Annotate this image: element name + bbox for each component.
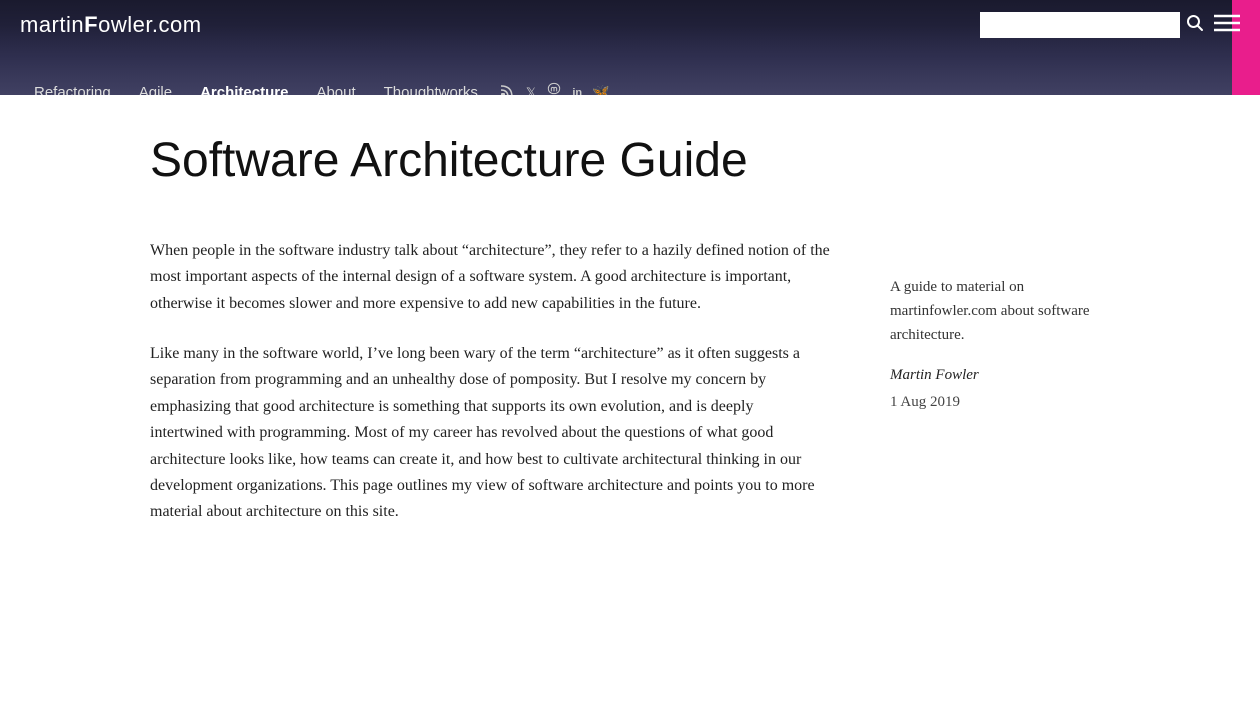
logo-text: martin [20,12,84,37]
page-title: Software Architecture Guide [150,135,830,188]
site-header: martinFowler.com [0,0,1260,95]
mastodon-icon [546,82,562,95]
rss-link[interactable] [500,82,516,95]
header-content: martinFowler.com [0,0,1260,38]
logo-rest: owler.com [98,12,202,37]
hamburger-button[interactable] [1214,13,1240,37]
rss-icon [500,82,516,95]
nav-about[interactable]: About [302,76,369,95]
article-paragraph-2: Like many in the software world, I’ve lo… [150,341,830,526]
logo-bold: F [84,12,98,37]
nav-agile[interactable]: Agile [125,76,186,95]
sidebar-author: Martin Fowler [890,367,1110,384]
article: Software Architecture Guide When people … [150,135,830,550]
hamburger-icon [1214,13,1240,33]
nav-thoughtworks[interactable]: Thoughtworks [370,76,492,95]
sidebar-summary: A guide to material on martinfowler.com … [890,275,1110,347]
linkedin-link[interactable]: in [572,87,582,96]
article-paragraph-1: When people in the software industry tal… [150,238,830,317]
mastodon-link[interactable] [546,82,562,95]
header-right [980,12,1240,38]
search-button[interactable] [1186,14,1204,37]
search-icon [1186,14,1204,32]
search-input[interactable] [980,12,1180,38]
site-logo[interactable]: martinFowler.com [20,12,202,38]
social-links: 𝕏 in 🦋 [500,82,610,95]
main-nav: Refactoring Agile Architecture About Tho… [0,38,1260,95]
main-content: Software Architecture Guide When people … [130,95,1130,610]
search-form [980,12,1204,38]
bluesky-link[interactable]: 🦋 [592,84,609,95]
twitter-link[interactable]: 𝕏 [526,85,536,96]
nav-architecture[interactable]: Architecture [186,76,302,95]
sidebar-date: 1 Aug 2019 [890,394,1110,411]
nav-refactoring[interactable]: Refactoring [20,76,125,95]
sidebar: A guide to material on martinfowler.com … [890,135,1110,550]
